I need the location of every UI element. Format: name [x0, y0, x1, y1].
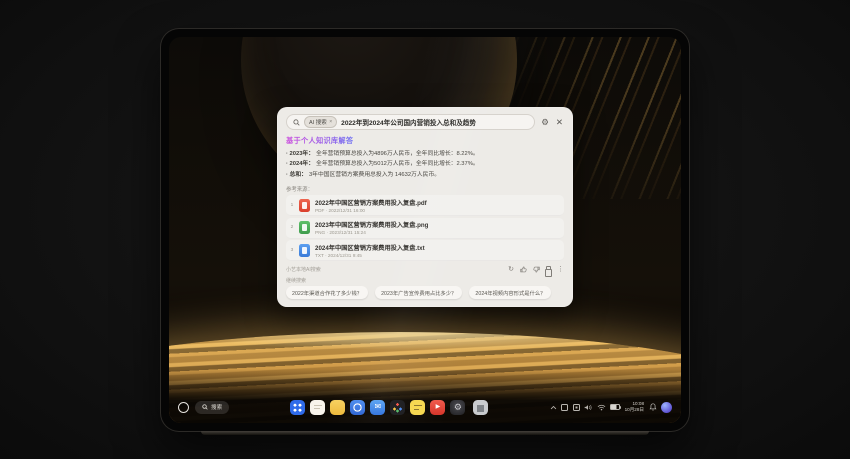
volume-icon[interactable]	[584, 404, 592, 411]
answer-line: · 2023年： 全年营销预算总投入为4896万人民币，全年同比增长：8.22%…	[286, 149, 564, 159]
source-index: 1	[290, 202, 294, 208]
keyboard-icon[interactable]	[572, 403, 580, 411]
answer-line-label: · 总和：	[286, 171, 307, 178]
answer-line-label: · 2023年：	[286, 151, 315, 157]
answer-line-text: 3年中国区营销方案费用总投入为 14632万人民币。	[308, 171, 441, 178]
more-options-icon[interactable]: ⋮	[557, 266, 564, 273]
source-file-name: 2022年中国区营销方案费用投入复盘.pdf	[315, 199, 427, 207]
answer-line-text: 全年营销预算总投入为5012万人民币，全年同比增长：2.37%。	[316, 161, 479, 168]
settings-gear-icon[interactable]: ⚙	[540, 118, 550, 127]
suggestions-label: 继续搜索	[286, 277, 307, 284]
png-file-icon	[299, 221, 310, 235]
device-screen: AI 搜索 × 2022年到2024年公司国内营销投入总和及趋势 ⚙ ✕ 基于个…	[169, 37, 681, 423]
dock-app-icons: ✉ ▶ ⚙	[290, 399, 489, 415]
attribution-text: 小艺本地AI搜索	[286, 266, 321, 273]
user-avatar[interactable]	[661, 401, 672, 413]
answer-line-text: 全年营销预算总投入为4896万人民币，全年同比增长：8.22%。	[316, 151, 479, 157]
settings-app-icon[interactable]: ⚙	[450, 399, 466, 415]
search-query-text[interactable]: 2022年到2024年公司国内营销投入总和及趋势	[341, 117, 476, 127]
suggestion-chip[interactable]: 2024年视频内容形式是什么？	[469, 286, 552, 300]
trash-icon[interactable]	[473, 399, 489, 415]
files-app-icon[interactable]	[330, 399, 346, 415]
answer-line: · 总和： 3年中国区营销方案费用总投入为 14632万人民币。	[286, 170, 564, 180]
source-file-row[interactable]: 2 2023年中国区营销方案费用投入复盘.png PNG · 2023/12/3…	[286, 217, 564, 239]
search-bar-row: AI 搜索 × 2022年到2024年公司国内营销投入总和及趋势 ⚙ ✕	[286, 114, 564, 130]
source-index: 2	[290, 225, 294, 231]
source-file-row[interactable]: 1 2022年中国区营销方案费用投入复盘.pdf PDF · 2022/12/3…	[286, 195, 564, 217]
thumbs-down-icon[interactable]	[533, 266, 540, 273]
sources-label: 参考来源：	[286, 187, 313, 194]
launcher-ring-icon[interactable]	[178, 401, 189, 413]
answer-line-label: · 2024年：	[286, 161, 315, 168]
thumbs-up-icon[interactable]	[520, 266, 527, 273]
source-file-name: 2024年中国区营销方案费用投入复盘.txt	[315, 244, 425, 252]
wifi-icon[interactable]	[597, 404, 606, 411]
battery-icon[interactable]	[610, 404, 622, 410]
source-file-meta: TXT · 2024/12/31 9:45	[315, 252, 362, 258]
status-date: 10月28日	[624, 407, 644, 412]
input-method-icon[interactable]	[561, 403, 569, 411]
suggestion-chips-row: 2022年渠道合作花了多少钱？ 2023年广告宣传费用占比多少？ 2024年视频…	[286, 286, 564, 300]
source-index: 3	[290, 247, 294, 253]
dock-search-pill[interactable]: 搜索	[195, 400, 230, 414]
close-icon[interactable]: ✕	[555, 118, 564, 127]
dock-search-label: 搜索	[211, 405, 223, 411]
source-file-name: 2023年中国区营销方案费用投入复盘.png	[315, 222, 429, 230]
search-icon	[293, 118, 300, 126]
video-app-icon[interactable]: ▶	[430, 399, 446, 415]
browser-app-icon[interactable]	[350, 399, 366, 415]
chip-remove-icon[interactable]: ×	[329, 119, 332, 125]
notes-app-icon[interactable]	[310, 399, 326, 415]
copy-icon[interactable]	[544, 266, 552, 277]
gallery-app-icon[interactable]	[390, 399, 406, 415]
source-file-row[interactable]: 3 2024年中国区营销方案费用投入复盘.txt TXT · 2024/12/3…	[286, 240, 564, 262]
pdf-file-icon	[299, 198, 310, 212]
calendar-app-icon[interactable]	[410, 399, 426, 415]
answer-footer-row: 小艺本地AI搜索 ↻ ⋮	[286, 266, 564, 277]
suggestion-chip[interactable]: 2023年广告宣传费用占比多少？	[375, 286, 463, 300]
search-input[interactable]: AI 搜索 × 2022年到2024年公司国内营销投入总和及趋势	[286, 114, 536, 130]
status-tray: 10:08 10月28日	[550, 401, 672, 413]
source-file-meta: PDF · 2022/12/31 16:00	[315, 207, 366, 213]
suggestion-chip[interactable]: 2022年渠道合作花了多少钱？	[286, 286, 369, 300]
chevron-up-icon[interactable]	[550, 405, 557, 410]
notification-bell-icon[interactable]	[649, 403, 657, 411]
txt-file-icon	[299, 243, 310, 257]
taskbar-dock: 搜索 ✉ ▶ ⚙ 10:08 10月28日	[178, 395, 672, 419]
ai-search-popup: AI 搜索 × 2022年到2024年公司国内营销投入总和及趋势 ⚙ ✕ 基于个…	[277, 107, 573, 307]
source-file-meta: PNG · 2023/12/31 15:24	[315, 230, 366, 236]
clock-widget[interactable]: 10:08 10月28日	[625, 401, 644, 412]
answer-line: · 2024年： 全年营销预算总投入为5012万人民币，全年同比增长：2.37%…	[286, 159, 564, 169]
ai-chip-label: AI 搜索	[309, 120, 327, 126]
email-app-icon[interactable]: ✉	[370, 399, 386, 415]
ai-search-filter-chip[interactable]: AI 搜索 ×	[304, 116, 338, 128]
app-grid-icon[interactable]	[290, 399, 306, 415]
refresh-icon[interactable]: ↻	[508, 266, 514, 273]
search-icon	[202, 404, 208, 410]
tablet-device: AI 搜索 × 2022年到2024年公司国内营销投入总和及趋势 ⚙ ✕ 基于个…	[161, 29, 689, 435]
answer-heading: 基于个人知识库解答	[286, 136, 354, 145]
